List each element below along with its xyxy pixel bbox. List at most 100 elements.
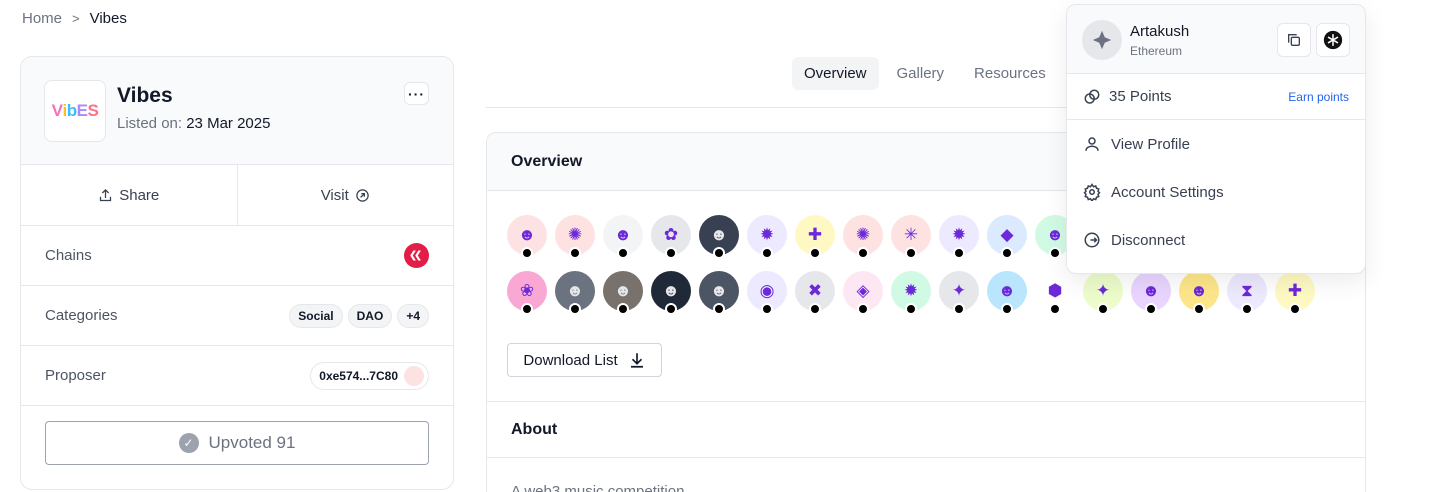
avatar-glyph: ⧗ [1241,281,1253,300]
chain-badge-icon [1289,303,1301,315]
account-dropdown: Artakush Ethereum 35 Points Earn points … [1066,4,1366,274]
project-title: Vibes [117,84,173,107]
voter-avatar[interactable]: ✦ [939,271,979,315]
voter-avatar[interactable]: ✳ [891,215,931,259]
voter-avatar[interactable]: ⬢ [1035,271,1075,315]
voter-avatar[interactable]: ☻ [651,271,691,315]
account-header: Artakush Ethereum [1067,5,1365,74]
hive-chain-icon[interactable] [404,243,429,268]
voter-avatar[interactable]: ◆ [987,215,1027,259]
voter-avatar[interactable]: ◉ [747,271,787,315]
avatar-glyph: ☻ [1046,225,1064,244]
category-tag-dao[interactable]: DAO [347,303,393,328]
share-button[interactable]: Share [21,165,237,225]
external-link-icon [356,188,369,202]
voter-avatar[interactable]: ☻ [699,215,739,259]
voter-avatar[interactable]: ✺ [555,215,595,259]
avatar-glyph: ☻ [998,281,1016,300]
voter-avatar[interactable]: ☻ [603,271,643,315]
voter-avatar[interactable]: ✹ [747,215,787,259]
avatar-glyph: ✺ [855,225,871,244]
voter-avatar[interactable]: ✚ [1275,271,1315,315]
voter-avatar[interactable]: ☻ [987,271,1027,315]
chain-badge-icon [1241,303,1253,315]
logout-icon [1084,232,1100,248]
tab-overview[interactable]: Overview [792,57,879,90]
voter-avatar[interactable]: ◈ [843,271,883,315]
chain-badge-icon [713,247,725,259]
voter-avatar[interactable]: ❀ [507,271,547,315]
points-display: 35 Points [1083,88,1172,106]
categories-label: Categories [45,307,118,324]
breadcrumb-home-link[interactable]: Home [22,10,62,27]
avatar-glyph: ✖ [807,281,823,300]
voter-avatar[interactable]: ⧗ [1227,271,1267,315]
avatar-glyph: ✦ [1095,281,1111,300]
copy-address-button[interactable] [1277,23,1311,57]
download-list-button[interactable]: Download List [507,343,662,377]
avatar-glyph: ◉ [759,281,775,300]
about-text: A web3 music competition [511,483,685,492]
chain-badge-icon [521,247,533,259]
account-avatar [1082,20,1122,60]
avatar-glyph: ☻ [662,281,680,300]
menu-item-account-settings[interactable]: Account Settings [1067,168,1365,216]
voter-avatar[interactable]: ✚ [795,215,835,259]
avatar-glyph: ✿ [663,225,679,244]
user-icon [1085,137,1099,151]
avatar-glyph: ◈ [856,281,870,300]
voter-avatar[interactable]: ☻ [603,215,643,259]
category-tag-more[interactable]: +4 [397,303,429,328]
avatar-glyph: ☻ [710,281,728,300]
voter-avatar[interactable]: ✹ [891,271,931,315]
earn-points-link[interactable]: Earn points [1288,90,1349,104]
listed-date: Listed on: 23 Mar 2025 [117,115,271,132]
chain-badge-icon [1001,247,1013,259]
copy-icon [1288,34,1300,46]
voter-avatar[interactable]: ✦ [1083,271,1123,315]
breadcrumb-current: Vibes [89,10,127,27]
divider [487,401,1365,402]
proposer-label: Proposer [45,367,106,384]
voter-avatar[interactable]: ☻ [1179,271,1219,315]
chain-badge-icon [569,303,581,315]
avatar-glyph: ☻ [614,225,632,244]
chain-badge-icon [1097,303,1109,315]
more-options-button[interactable]: ··· [404,82,429,105]
points-row: 35 Points Earn points [1067,74,1365,120]
voter-avatar[interactable]: ☻ [1131,271,1171,315]
voter-avatar[interactable]: ☻ [699,271,739,315]
upvote-button[interactable]: ✓ Upvoted 91 [45,421,429,465]
voter-avatar[interactable]: ✿ [651,215,691,259]
tab-resources[interactable]: Resources [962,57,1058,90]
about-title: About [511,421,558,438]
voter-avatar[interactable]: ✹ [939,215,979,259]
tab-gallery[interactable]: Gallery [885,57,957,90]
voter-avatar[interactable]: ☻ [555,271,595,315]
chain-badge-icon [953,303,965,315]
chain-badge-icon [521,303,533,315]
voter-avatar[interactable]: ☻ [507,215,547,259]
chains-row: Chains [21,226,453,286]
avatar-row-2: ❀ ☻ ☻ ☻ ☻ ◉ ✖ ◈ ✹ ✦ ☻ ⬢ ✦ ☻ ☻ ⧗ ✚ [507,271,1347,315]
breadcrumb: Home > Vibes [22,10,127,27]
chain-badge-icon [953,247,965,259]
voter-avatar[interactable]: ✺ [843,215,883,259]
proposer-address[interactable]: 0xe574...7C80 [310,361,429,390]
menu-item-view-profile[interactable]: View Profile [1067,120,1365,168]
menu-item-disconnect[interactable]: Disconnect [1067,216,1365,264]
category-tag-social[interactable]: Social [289,303,343,328]
wallet-button[interactable] [1316,23,1350,57]
section-tabs: Overview Gallery Resources [792,57,1064,90]
voter-avatar[interactable]: ✖ [795,271,835,315]
download-icon [630,353,643,368]
chain-badge-icon [761,247,773,259]
avatar-glyph: ✹ [951,225,967,244]
avatar-glyph: ◆ [1000,225,1014,244]
chain-badge-icon [1193,303,1205,315]
project-card: VibES Vibes Listed on: 23 Mar 2025 ··· S… [20,56,454,490]
chain-badge-icon [1001,303,1013,315]
proposer-row: Proposer 0xe574...7C80 [21,346,453,406]
avatar-glyph: ✦ [951,281,967,300]
visit-button[interactable]: Visit [236,165,454,225]
